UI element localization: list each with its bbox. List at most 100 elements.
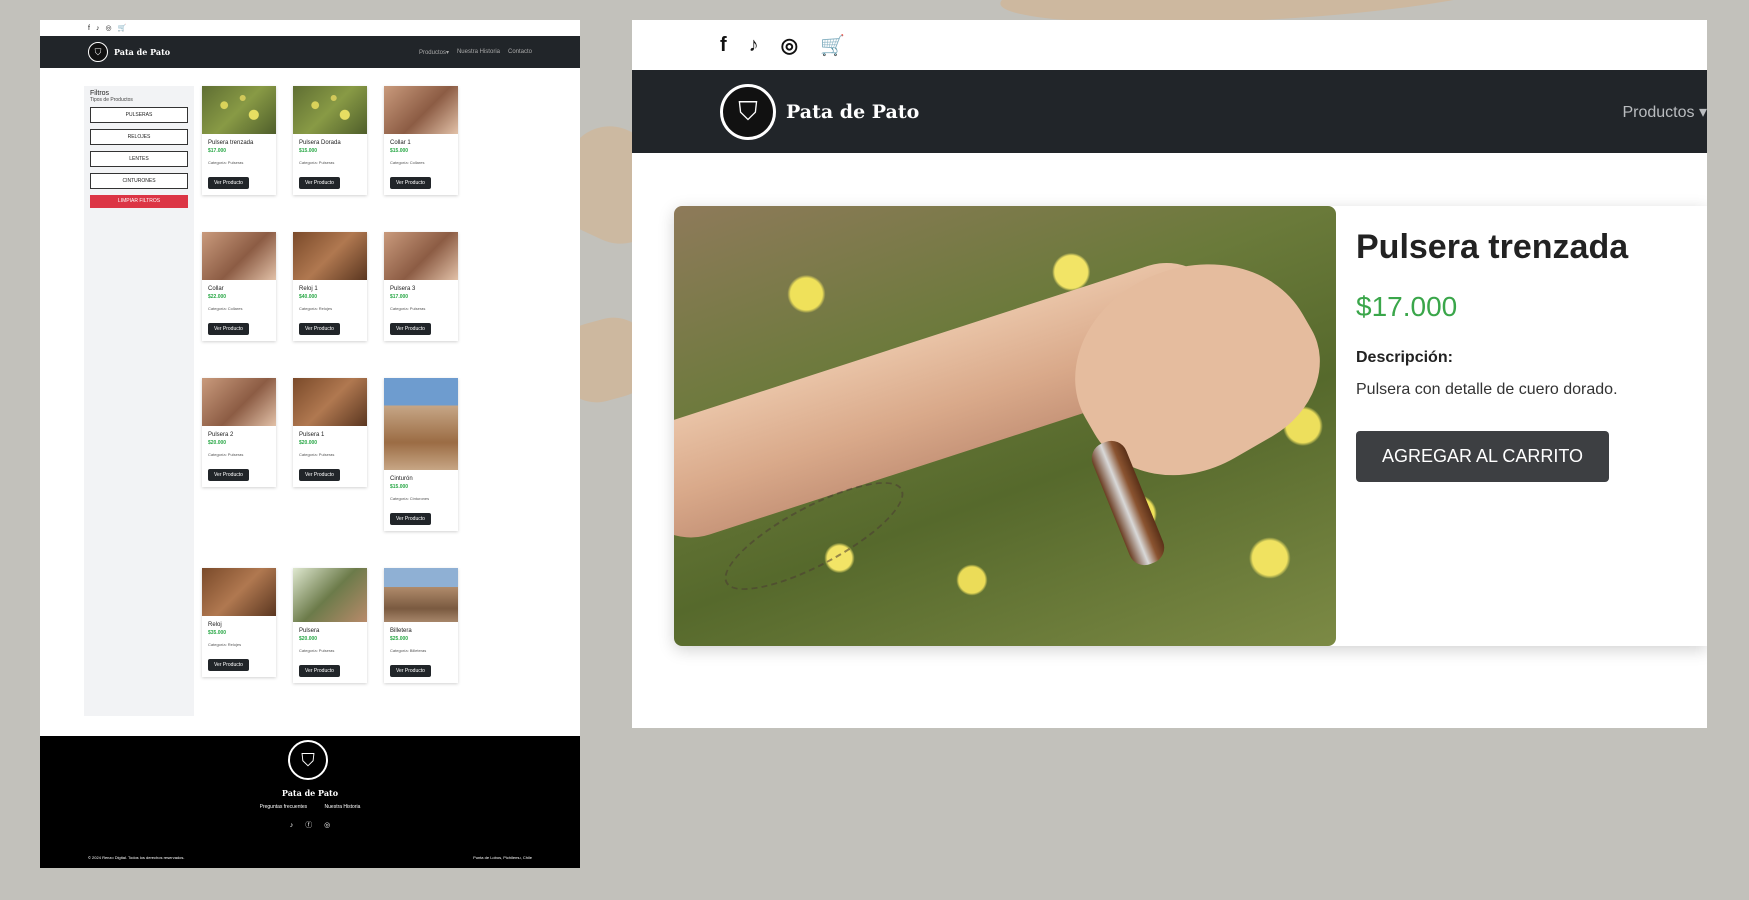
- footer-links: Preguntas frecuentes Nuestra Historia: [40, 804, 580, 810]
- brand-logo[interactable]: ⛉: [88, 42, 108, 62]
- instagram-icon[interactable]: ◎: [324, 822, 330, 829]
- filter-cinturones[interactable]: CINTURONES: [90, 173, 188, 189]
- footer-link-faq[interactable]: Preguntas frecuentes: [260, 804, 308, 810]
- product-card: Pulsera 2 $20.000 Categoría: Pulseras Ve…: [202, 378, 276, 487]
- product-category: Categoría: Pulseras: [299, 648, 335, 653]
- product-name: Reloj 1: [299, 286, 318, 292]
- product-card: Reloj $35.000 Categoría: Relojes Ver Pro…: [202, 568, 276, 677]
- filter-title: Filtros: [90, 90, 110, 97]
- footer-logo: ⛉: [288, 740, 328, 780]
- cart-icon[interactable]: 🛒: [118, 24, 127, 32]
- product-category: Categoría: Pulseras: [299, 452, 335, 457]
- tiktok-icon[interactable]: ♪: [290, 822, 294, 829]
- product-card: Pulsera 3 $17.000 Categoría: Pulseras Ve…: [384, 232, 458, 341]
- product-card: Cinturón $15.000 Categoría: Cinturones V…: [384, 378, 458, 531]
- footer: ⛉ Pata de Pato Preguntas frecuentes Nues…: [40, 736, 580, 868]
- nav-products-dropdown[interactable]: Productos ▾: [1622, 102, 1707, 122]
- add-to-cart-button[interactable]: AGREGAR AL CARRITO: [1356, 431, 1610, 482]
- view-product-button[interactable]: Ver Producto: [390, 323, 431, 335]
- view-product-button[interactable]: Ver Producto: [390, 665, 431, 677]
- product-card: Collar $22.000 Categoría: Collares Ver P…: [202, 232, 276, 341]
- product-image[interactable]: [202, 86, 276, 134]
- instagram-icon[interactable]: ◎: [105, 24, 111, 32]
- product-category: Categoría: Collares: [208, 306, 243, 311]
- location-text: Punta de Lobos, Pichilemu, Chile: [473, 855, 532, 860]
- product-category: Categoría: Pulseras: [390, 306, 426, 311]
- product-name: Cinturón: [390, 476, 413, 482]
- product-image[interactable]: [202, 378, 276, 426]
- product-image[interactable]: [293, 86, 367, 134]
- view-product-button[interactable]: Ver Producto: [299, 323, 340, 335]
- brand-name[interactable]: Pata de Pato: [786, 101, 919, 123]
- product-name: Billetera: [390, 628, 412, 634]
- catalog-page-screenshot: f ♪ ◎ 🛒 ⛉ Pata de Pato Productos▾ Nuestr…: [40, 20, 580, 868]
- description-text: Pulsera con detalle de cuero dorado.: [1356, 381, 1618, 398]
- clear-filters-button[interactable]: LIMPIAR FILTROS: [90, 195, 188, 208]
- hand-shape: [1040, 219, 1336, 513]
- view-product-button[interactable]: Ver Producto: [390, 513, 431, 525]
- product-category: Categoría: Pulseras: [208, 160, 244, 165]
- product-category: Categoría: Pulseras: [208, 452, 244, 457]
- product-name: Pulsera Dorada: [299, 140, 341, 146]
- view-product-button[interactable]: Ver Producto: [299, 665, 340, 677]
- product-price: $25.000: [390, 636, 409, 642]
- view-product-button[interactable]: Ver Producto: [208, 323, 249, 335]
- description-label: Descripción:: [1356, 349, 1453, 366]
- footer-link-history[interactable]: Nuestra Historia: [325, 804, 361, 810]
- view-product-button[interactable]: Ver Producto: [390, 177, 431, 189]
- social-topbar: f ♪ ◎ 🛒: [40, 20, 580, 36]
- product-detail-screenshot: f ♪ ◎ 🛒 ⛉ Pata de Pato Productos ▾ Pulse…: [632, 20, 1707, 728]
- footer-brand: Pata de Pato: [281, 788, 339, 798]
- product-image[interactable]: [202, 568, 276, 616]
- product-price: $20.000: [299, 440, 318, 446]
- product-image[interactable]: [384, 86, 458, 134]
- product-card: Billetera $25.000 Categoría: Billeteras …: [384, 568, 458, 683]
- product-image[interactable]: [384, 568, 458, 622]
- nav-history[interactable]: Nuestra Historia: [457, 49, 500, 56]
- product-price: $17.000: [1356, 291, 1458, 322]
- facebook-icon[interactable]: ⓕ: [305, 822, 312, 829]
- nav-contact[interactable]: Contacto: [508, 49, 532, 56]
- filter-relojes[interactable]: RELOJES: [90, 129, 188, 145]
- instagram-icon[interactable]: ◎: [781, 33, 798, 58]
- brand-name[interactable]: Pata de Pato: [114, 47, 170, 57]
- social-topbar: f ♪ ◎ 🛒: [632, 20, 1707, 70]
- nav-products[interactable]: Productos▾: [419, 49, 449, 56]
- product-image[interactable]: [293, 568, 367, 622]
- tiktok-icon[interactable]: ♪: [749, 34, 759, 57]
- product-title: Pulsera trenzada: [1356, 228, 1629, 266]
- filter-lentes[interactable]: LENTES: [90, 151, 188, 167]
- product-photo: [674, 206, 1336, 646]
- filter-subtitle: Tipos de Productos: [90, 97, 133, 103]
- product-name: Pulsera: [299, 628, 320, 634]
- product-card: Pulsera trenzada $17.000 Categoría: Puls…: [202, 86, 276, 195]
- tiktok-icon[interactable]: ♪: [96, 25, 100, 32]
- view-product-button[interactable]: Ver Producto: [299, 177, 340, 189]
- brand-logo[interactable]: ⛉: [720, 83, 776, 140]
- product-image[interactable]: [293, 232, 367, 280]
- facebook-icon[interactable]: f: [88, 25, 90, 32]
- product-image[interactable]: [202, 232, 276, 280]
- cart-icon[interactable]: 🛒: [820, 33, 845, 58]
- view-product-button[interactable]: Ver Producto: [299, 469, 340, 481]
- product-price: $15.000: [299, 148, 318, 154]
- product-price: $35.000: [208, 630, 227, 636]
- product-card: Collar 1 $15.000 Categoría: Collares Ver…: [384, 86, 458, 195]
- product-image[interactable]: [293, 378, 367, 426]
- navbar: ⛉ Pata de Pato Productos▾ Nuestra Histor…: [40, 36, 580, 68]
- product-name: Collar 1: [390, 140, 411, 146]
- product-card: Pulsera 1 $20.000 Categoría: Pulseras Ve…: [293, 378, 367, 487]
- view-product-button[interactable]: Ver Producto: [208, 659, 249, 671]
- product-name: Reloj: [208, 622, 222, 628]
- product-image[interactable]: [384, 232, 458, 280]
- product-price: $20.000: [299, 636, 318, 642]
- product-image[interactable]: [384, 378, 458, 470]
- product-price: $17.000: [208, 148, 227, 154]
- filter-pulseras[interactable]: PULSERAS: [90, 107, 188, 123]
- product-card: Pulsera $20.000 Categoría: Pulseras Ver …: [293, 568, 367, 683]
- product-price: $15.000: [390, 484, 409, 490]
- facebook-icon[interactable]: f: [720, 34, 727, 57]
- product-info: Pulsera trenzada $17.000 Descripción: Pu…: [1356, 228, 1628, 482]
- view-product-button[interactable]: Ver Producto: [208, 177, 249, 189]
- view-product-button[interactable]: Ver Producto: [208, 469, 249, 481]
